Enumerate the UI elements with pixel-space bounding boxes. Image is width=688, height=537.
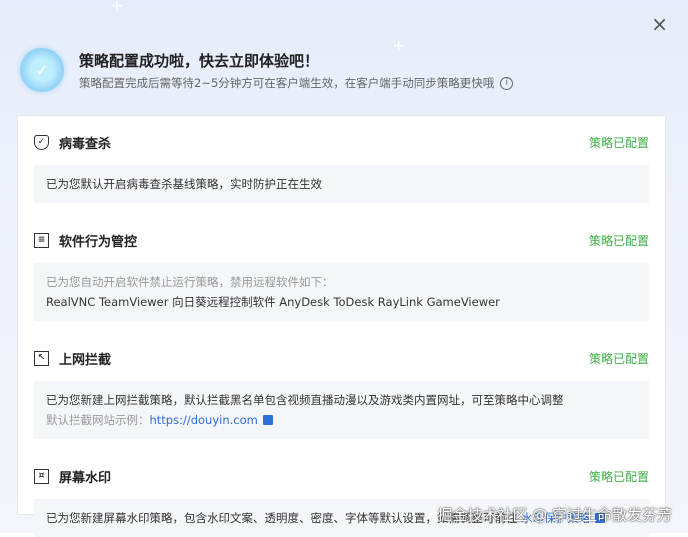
example-label: 默认拦截网站示例： — [46, 413, 150, 427]
section-body: 已为您默认开启病毒查杀基线策略，实时防护正在生效 — [34, 165, 649, 203]
status-badge: 策略已配置 — [588, 233, 649, 248]
software-list: RealVNC TeamViewer 向日葵远程控制软件 AnyDesk ToD… — [46, 295, 500, 309]
policy-card: ✓ 病毒查杀 策略已配置 已为您默认开启病毒查杀基线策略，实时防护正在生效 ≡ 软件… — [17, 115, 666, 537]
sparkle-icon: + — [110, 0, 124, 15]
status-badge: 策略已配置 — [588, 469, 649, 484]
watermark-text: 掘金技术社区 @ 穿过生命散发芬芳 — [437, 506, 672, 524]
web-block-icon: ↖ — [34, 350, 49, 366]
external-link-icon[interactable] — [262, 415, 273, 425]
section-header-software: ≡ 软件行为管控 策略已配置 — [34, 227, 649, 253]
section-title: 软件行为管控 — [59, 234, 138, 250]
info-icon[interactable]: i — [500, 76, 514, 90]
body-text: 已为您默认开启病毒查杀基线策略，实时防护正在生效 — [46, 177, 322, 191]
status-badge: 策略已配置 — [588, 351, 649, 366]
subtitle-text: 策略配置完成后需等待2~5分钟方可在客户端生效，在客户端手动同步策略更快哦 — [79, 76, 495, 90]
section-title: 上网拦截 — [59, 352, 112, 368]
section-body: 已为您自动开启软件禁止运行策略，禁用远程软件如下： RealVNC TeamVie… — [34, 263, 649, 321]
douyin-link[interactable]: https://douyin.com — [150, 413, 258, 427]
success-dialog: + + × ✓ 策略配置成功啦，快去立即体验吧！ 策略配置完成后需等待2~5分钟… — [0, 0, 688, 537]
body-text: 已为您新建上网拦截策略，默认拦截黑名单包含视频直播动漫以及游戏类内置网址，可至策… — [46, 393, 564, 407]
dialog-title: 策略配置成功啦，快去立即体验吧！ — [79, 52, 320, 70]
shield-icon: ✓ — [34, 134, 49, 150]
watermark-icon: ¤ — [34, 468, 49, 484]
section-header-web: ↖ 上网拦截 策略已配置 — [34, 345, 649, 371]
check-badge-icon: ✓ — [20, 48, 64, 92]
section-body: 已为您新建上网拦截策略，默认拦截黑名单包含视频直播动漫以及游戏类内置网址，可至策… — [34, 381, 649, 439]
section-title: 屏幕水印 — [59, 470, 112, 486]
list-icon: ≡ — [34, 232, 49, 248]
section-header-virus: ✓ 病毒查杀 策略已配置 — [34, 129, 649, 155]
section-header-watermark: ¤ 屏幕水印 策略已配置 — [34, 463, 649, 489]
close-button[interactable]: × — [651, 14, 668, 34]
dialog-subtitle: 策略配置完成后需等待2~5分钟方可在客户端生效，在客户端手动同步策略更快哦 i — [79, 75, 514, 91]
status-badge: 策略已配置 — [588, 135, 649, 150]
sparkle-icon: + — [392, 36, 406, 55]
section-title: 病毒查杀 — [59, 136, 112, 152]
body-text: 已为您自动开启软件禁止运行策略，禁用远程软件如下： — [46, 275, 334, 289]
